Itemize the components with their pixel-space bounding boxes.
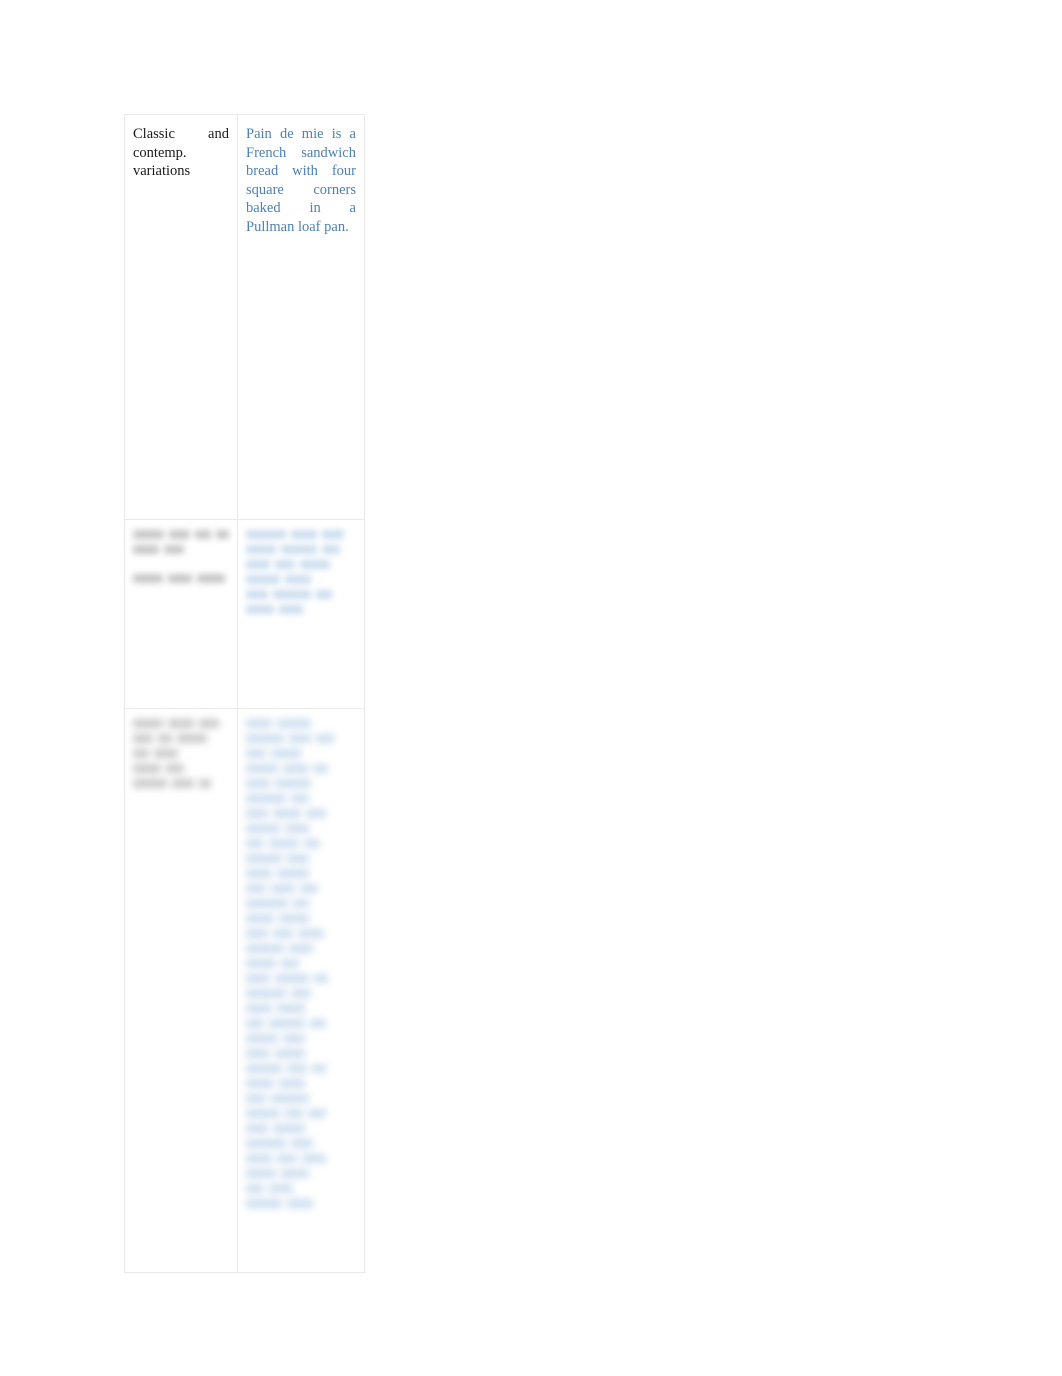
redacted-line xyxy=(246,1019,356,1028)
redacted-line xyxy=(246,719,356,728)
redacted-line xyxy=(133,764,229,773)
redacted-line xyxy=(246,1124,356,1133)
redacted-line xyxy=(133,719,229,728)
redacted-line xyxy=(133,574,229,583)
redacted-term-text xyxy=(133,719,229,788)
redacted-line xyxy=(246,824,356,833)
redacted-line xyxy=(246,1094,356,1103)
redacted-line xyxy=(246,929,356,938)
redacted-line xyxy=(246,854,356,863)
redacted-line xyxy=(246,590,356,599)
redacted-line xyxy=(246,1049,356,1058)
table-cell-term: Classic and contemp. variations xyxy=(124,114,238,520)
table-cell-definition-redacted xyxy=(237,519,365,709)
redacted-line xyxy=(133,779,229,788)
redacted-line xyxy=(246,1004,356,1013)
redacted-line xyxy=(246,560,356,569)
redacted-definition-text xyxy=(246,530,356,614)
redacted-line xyxy=(246,959,356,968)
definitions-table: Classic and contemp. variations Pain de … xyxy=(124,114,365,1273)
redacted-line xyxy=(246,1199,356,1208)
redacted-line xyxy=(246,530,356,539)
redacted-line xyxy=(246,545,356,554)
definition-text: Pain de mie is a French sandwich bread w… xyxy=(246,126,356,235)
redacted-line xyxy=(246,734,356,743)
redacted-line xyxy=(246,1184,356,1193)
redacted-line xyxy=(246,1139,356,1148)
redacted-line xyxy=(246,869,356,878)
table-cell-term-redacted xyxy=(124,519,238,709)
redacted-line xyxy=(246,764,356,773)
document-page: Classic and contemp. variations Pain de … xyxy=(0,0,1062,1376)
redacted-line xyxy=(246,809,356,818)
redacted-line xyxy=(246,605,356,614)
redacted-line xyxy=(246,989,356,998)
redacted-line xyxy=(246,944,356,953)
redacted-line xyxy=(246,1034,356,1043)
table-row xyxy=(124,519,365,709)
redacted-line xyxy=(246,974,356,983)
redacted-line xyxy=(246,794,356,803)
redacted-line xyxy=(246,899,356,908)
redacted-definition-text xyxy=(246,719,356,1208)
table-row xyxy=(124,708,365,1273)
table-cell-definition: Pain de mie is a French sandwich bread w… xyxy=(237,114,365,520)
redacted-line xyxy=(246,1079,356,1088)
redacted-line xyxy=(246,884,356,893)
redacted-line xyxy=(246,1169,356,1178)
table-cell-definition-redacted xyxy=(237,708,365,1273)
redacted-line xyxy=(246,575,356,584)
table-row: Classic and contemp. variations Pain de … xyxy=(124,114,365,520)
redacted-line xyxy=(246,914,356,923)
redacted-line xyxy=(246,1154,356,1163)
redacted-line xyxy=(246,1109,356,1118)
table-cell-term-redacted xyxy=(124,708,238,1273)
redacted-line xyxy=(133,749,229,758)
redacted-line xyxy=(246,1064,356,1073)
redacted-term-text xyxy=(133,530,229,583)
redacted-line xyxy=(246,839,356,848)
term-text: Classic and contemp. variations xyxy=(133,126,229,179)
redacted-line xyxy=(246,779,356,788)
redacted-line xyxy=(133,530,229,539)
redacted-line xyxy=(133,734,229,743)
redacted-line xyxy=(246,749,356,758)
redacted-line xyxy=(133,545,229,554)
